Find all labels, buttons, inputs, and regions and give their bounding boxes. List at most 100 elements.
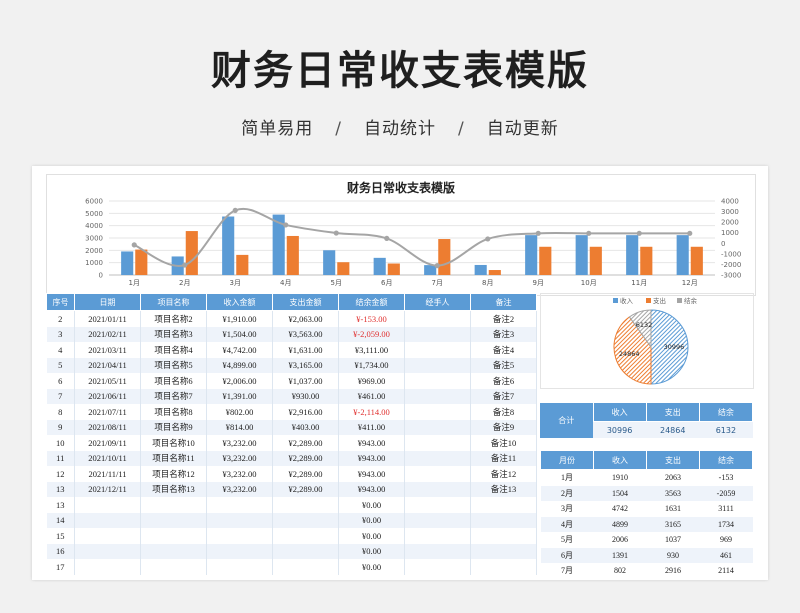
table-cell: ¥411.00 bbox=[338, 419, 405, 435]
table-cell: ¥4,899.00 bbox=[206, 357, 273, 373]
ledger-col-header: 经手人 bbox=[404, 293, 471, 311]
table-cell: 8 bbox=[46, 404, 75, 420]
ledger-col-header: 支出金额 bbox=[272, 293, 339, 311]
legend-label: 结余 bbox=[684, 296, 698, 305]
table-cell: 2021/04/11 bbox=[74, 357, 141, 373]
table-cell: 2021/03/11 bbox=[74, 342, 141, 358]
table-cell: ¥1,504.00 bbox=[206, 326, 273, 342]
table-cell: ¥2,289.00 bbox=[272, 466, 339, 482]
line-point bbox=[232, 207, 238, 213]
table-cell bbox=[404, 373, 471, 389]
table-cell bbox=[206, 497, 273, 513]
page-title: 财务日常收支表模版 bbox=[211, 48, 589, 94]
table-cell: 2021/09/11 bbox=[74, 435, 141, 451]
table-cell bbox=[404, 404, 471, 420]
table-cell: 1月 bbox=[561, 473, 573, 483]
table-cell: ¥1,910.00 bbox=[206, 310, 273, 327]
table-cell: ¥943.00 bbox=[338, 435, 405, 451]
line-point bbox=[333, 230, 339, 236]
table-cell: 备注13 bbox=[470, 481, 537, 497]
table-cell: 2021/12/11 bbox=[74, 481, 141, 497]
bar-expense bbox=[690, 246, 703, 275]
x-tick-label: 9月 bbox=[533, 279, 544, 287]
table-cell: 11 bbox=[46, 450, 75, 466]
legend-swatch bbox=[613, 298, 618, 303]
subtitle-item-2: 自动统计 bbox=[364, 119, 436, 139]
table-cell: 3165 bbox=[646, 516, 700, 532]
table-cell: 项目名称12 bbox=[140, 466, 207, 482]
table-cell: 5 bbox=[46, 357, 75, 373]
line-point bbox=[485, 236, 491, 242]
table-cell: 备注3 bbox=[470, 326, 537, 342]
pie-chart: 收入 支出 结余 30996 24864 6132 bbox=[540, 293, 754, 389]
table-cell: 13 bbox=[46, 481, 75, 497]
table-cell: ¥943.00 bbox=[338, 481, 405, 497]
line-point bbox=[636, 230, 642, 236]
table-cell: 15 bbox=[46, 528, 75, 544]
x-tick-label: 10月 bbox=[581, 279, 597, 287]
table-cell: 项目名称9 bbox=[140, 419, 207, 435]
bar-expense bbox=[589, 246, 602, 275]
table-cell bbox=[272, 543, 339, 559]
table-cell: 备注9 bbox=[470, 419, 537, 435]
table-cell bbox=[140, 543, 207, 559]
table-row: 17 ¥0.00 bbox=[46, 559, 537, 575]
summary-table: 合计 收入 支出 结余 30996 24864 6132 bbox=[540, 402, 754, 438]
table-cell: ¥-2,059.00 bbox=[338, 326, 405, 342]
table-cell bbox=[404, 342, 471, 358]
table-cell: ¥1,631.00 bbox=[272, 342, 339, 358]
legend-swatch bbox=[677, 298, 682, 303]
table-cell: ¥0.00 bbox=[338, 497, 405, 513]
bar-income bbox=[323, 250, 336, 275]
table-cell: ¥461.00 bbox=[338, 388, 405, 404]
bar-income bbox=[676, 235, 689, 275]
x-tick-label: 3月 bbox=[230, 279, 241, 287]
summary-income: 30996 bbox=[593, 421, 647, 438]
table-cell: -153 bbox=[718, 473, 734, 483]
summary-label: 合计 bbox=[540, 402, 593, 438]
y-right-tick-label: -2000 bbox=[721, 261, 741, 269]
table-row: 6月 1391 930 461 bbox=[540, 547, 753, 563]
line-point bbox=[535, 230, 541, 236]
table-cell: 项目名称8 bbox=[140, 404, 207, 420]
table-cell: 461 bbox=[699, 547, 753, 563]
table-cell bbox=[74, 497, 141, 513]
y-right-tick-label: 4000 bbox=[721, 198, 739, 206]
page-subtitle: 简单易用 / 自动统计 / 自动更新 bbox=[0, 114, 800, 139]
ledger-col-header: 收入金额 bbox=[206, 293, 273, 311]
table-cell: ¥1,391.00 bbox=[206, 388, 273, 404]
table-cell: 2021/01/11 bbox=[74, 310, 141, 327]
bar-expense bbox=[185, 231, 198, 275]
monthly-col-header: 结余 bbox=[699, 450, 753, 470]
x-tick-label: 5月 bbox=[331, 279, 342, 287]
table-cell: 项目名称4 bbox=[140, 342, 207, 358]
monthly-col-header: 月份 bbox=[540, 450, 594, 470]
table-cell: 5月 bbox=[561, 535, 573, 545]
table-cell bbox=[404, 326, 471, 342]
bar-expense bbox=[286, 235, 299, 275]
table-cell: ¥0.00 bbox=[338, 543, 405, 559]
table-cell: ¥3,563.00 bbox=[272, 326, 339, 342]
x-tick-label: 1月 bbox=[129, 279, 140, 287]
table-cell bbox=[74, 512, 141, 528]
x-tick-label: 4月 bbox=[280, 279, 291, 287]
table-row: 11 2021/10/11 项目名称11 ¥3,232.00 ¥2,289.00 ¥943… bbox=[46, 450, 537, 466]
bar-expense bbox=[488, 270, 501, 275]
table-cell bbox=[470, 528, 537, 544]
x-tick-label: 2月 bbox=[179, 279, 190, 287]
table-cell: 1631 bbox=[665, 504, 681, 514]
table-cell bbox=[140, 559, 207, 575]
table-row: 3月 4742 1631 3111 bbox=[541, 501, 753, 517]
table-cell: 2021/06/11 bbox=[74, 388, 141, 404]
table-cell: 13 bbox=[46, 497, 75, 513]
table-cell: 备注6 bbox=[470, 373, 537, 389]
y-right-tick-label: 1000 bbox=[721, 229, 739, 237]
table-cell bbox=[140, 528, 207, 544]
monthly-col-header: 收入 bbox=[593, 450, 647, 470]
table-row: 13 2021/12/11 项目名称13 ¥3,232.00 ¥2,289.00 ¥943… bbox=[46, 481, 537, 497]
table-cell bbox=[206, 559, 273, 575]
table-row: 4 2021/03/11 项目名称4 ¥4,742.00 ¥1,631.00 ¥3,111… bbox=[46, 342, 537, 358]
y-left-tick-label: 5000 bbox=[85, 210, 103, 218]
bar-expense bbox=[438, 239, 451, 275]
table-cell: 2021/07/11 bbox=[74, 404, 141, 420]
